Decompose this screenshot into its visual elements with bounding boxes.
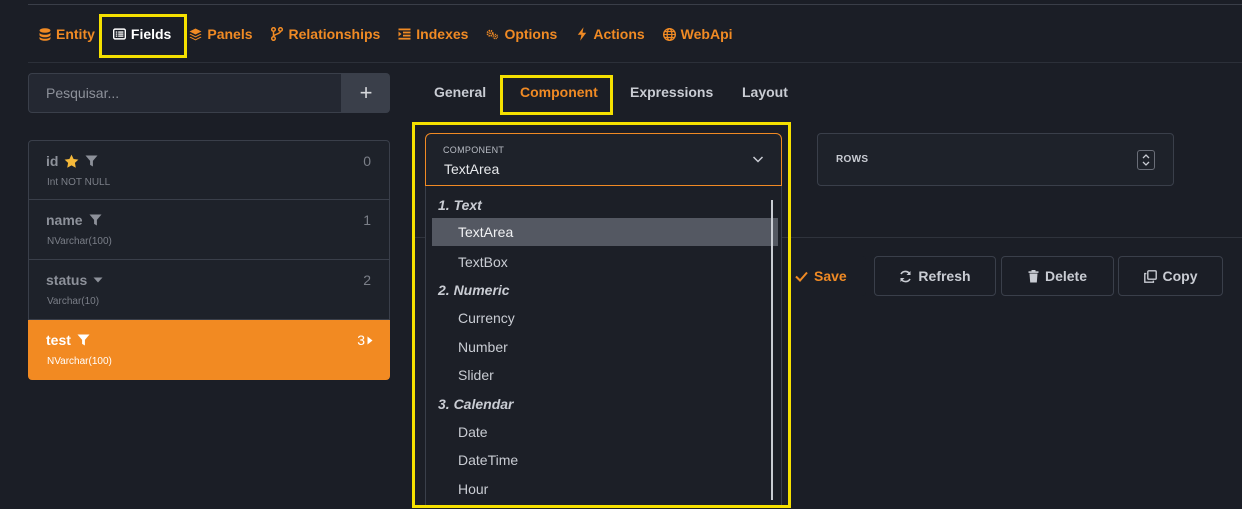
nav-label: Panels bbox=[207, 26, 253, 42]
globe-icon bbox=[662, 27, 676, 41]
nav-label: WebApi bbox=[680, 26, 733, 42]
filter-icon bbox=[89, 214, 102, 226]
trash-icon bbox=[1028, 269, 1039, 282]
refresh-label: Refresh bbox=[918, 268, 971, 284]
field-item-status[interactable]: status Varchar(10) 2 bbox=[28, 260, 390, 320]
nav-webapi[interactable]: WebApi bbox=[662, 18, 733, 50]
bolt-icon bbox=[575, 27, 588, 41]
rows-field[interactable]: ROWS bbox=[817, 133, 1174, 186]
filter-icon bbox=[85, 155, 98, 167]
tab-expressions[interactable]: Expressions bbox=[630, 84, 713, 100]
nav-divider bbox=[28, 62, 1242, 63]
plus-icon: + bbox=[359, 80, 373, 105]
delete-button[interactable]: Delete bbox=[1001, 256, 1114, 296]
delete-label: Delete bbox=[1044, 268, 1088, 284]
field-type: Varchar(10) bbox=[47, 296, 100, 307]
field-index: 1 bbox=[363, 212, 371, 228]
highlight-component-dropdown bbox=[412, 122, 791, 508]
search-input[interactable]: Pesquisar... bbox=[28, 73, 342, 113]
caret-right-icon bbox=[367, 336, 373, 344]
field-type: NVarchar(100) bbox=[47, 236, 112, 247]
field-index: 3 bbox=[357, 332, 373, 348]
database-icon bbox=[38, 27, 51, 41]
nav-label: Indexes bbox=[416, 26, 469, 42]
add-field-button[interactable]: + bbox=[342, 73, 390, 113]
nav-actions[interactable]: Actions bbox=[575, 18, 645, 50]
save-button[interactable]: Save bbox=[790, 256, 866, 296]
field-name-text: name bbox=[46, 212, 83, 228]
highlight-component-tab bbox=[500, 75, 613, 115]
nav-options[interactable]: Options bbox=[486, 18, 557, 50]
branch-icon bbox=[271, 27, 284, 41]
field-name-text: status bbox=[46, 272, 88, 288]
copy-icon bbox=[1143, 269, 1157, 283]
nav-entity[interactable]: Entity bbox=[38, 18, 95, 50]
field-name-text: test bbox=[46, 332, 71, 348]
nav-label: Actions bbox=[593, 26, 645, 42]
nav-indexes[interactable]: Indexes bbox=[398, 18, 468, 50]
top-border bbox=[28, 4, 1242, 5]
field-item-id[interactable]: id Int NOT NULL 0 bbox=[28, 140, 390, 200]
save-label: Save bbox=[814, 268, 847, 284]
nav-label: Relationships bbox=[288, 26, 381, 42]
rows-label: ROWS bbox=[836, 154, 869, 165]
nav-label: Options bbox=[504, 26, 558, 42]
caret-down-icon bbox=[93, 277, 103, 283]
field-type: Int NOT NULL bbox=[47, 177, 111, 188]
nav-panels[interactable]: Panels bbox=[189, 18, 253, 50]
field-name-text: id bbox=[46, 153, 59, 169]
tab-layout[interactable]: Layout bbox=[742, 84, 788, 100]
field-item-name[interactable]: name NVarchar(100) 1 bbox=[28, 200, 390, 260]
filter-icon bbox=[77, 334, 90, 346]
refresh-button[interactable]: Refresh bbox=[874, 256, 996, 296]
highlight-fields-tab bbox=[99, 14, 187, 58]
field-item-test[interactable]: test NVarchar(100) 3 bbox=[28, 320, 390, 380]
field-index: 2 bbox=[363, 272, 371, 288]
field-name: id bbox=[46, 153, 98, 169]
nav-label: Entity bbox=[56, 26, 95, 42]
field-index: 0 bbox=[363, 153, 371, 169]
field-list: id Int NOT NULL 0 name NVarchar(100) 1 s… bbox=[28, 140, 390, 380]
index-icon bbox=[398, 28, 411, 41]
tab-general[interactable]: General bbox=[434, 84, 486, 100]
copy-label: Copy bbox=[1162, 268, 1198, 284]
field-index-text: 3 bbox=[357, 332, 365, 348]
star-icon bbox=[65, 154, 79, 168]
nav-relationships[interactable]: Relationships bbox=[271, 18, 381, 50]
layers-icon bbox=[189, 28, 202, 41]
field-name: test bbox=[46, 332, 90, 348]
field-name: name bbox=[46, 212, 102, 228]
refresh-icon bbox=[900, 270, 912, 282]
check-icon bbox=[795, 271, 808, 282]
copy-button[interactable]: Copy bbox=[1118, 256, 1223, 296]
gears-icon bbox=[486, 28, 499, 41]
field-type: NVarchar(100) bbox=[47, 356, 112, 367]
field-name: status bbox=[46, 272, 103, 288]
spinner-icon[interactable] bbox=[1137, 150, 1155, 170]
